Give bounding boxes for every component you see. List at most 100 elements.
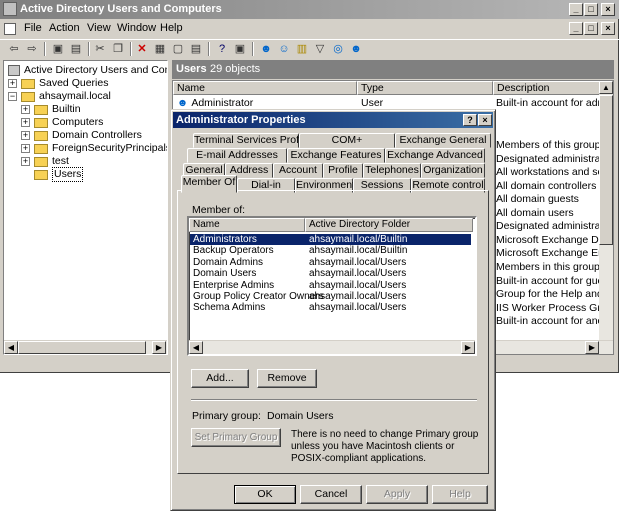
member-row[interactable]: Schema Admins ahsaymail.local/Users xyxy=(190,302,471,313)
scroll-right-arrow[interactable]: ▶ xyxy=(461,341,475,354)
dialog-close-button[interactable]: × xyxy=(478,114,492,126)
menu-help[interactable]: Help xyxy=(160,22,183,34)
tree-expander[interactable]: + xyxy=(8,79,17,88)
show-tree-icon[interactable]: ▤ xyxy=(68,41,84,57)
column-header-name[interactable]: Name xyxy=(173,81,357,95)
back-icon[interactable]: ⇦ xyxy=(6,41,22,57)
list-item-description: Built-in account for admini... xyxy=(496,97,601,109)
column-header-description[interactable]: Description xyxy=(493,81,603,95)
help-icon[interactable]: ? xyxy=(214,41,230,57)
new-user-icon[interactable]: ☻ xyxy=(258,41,274,57)
tab-member-of[interactable]: Member Of xyxy=(181,175,237,193)
delete-icon[interactable]: ✕ xyxy=(134,41,150,57)
new-ou-icon[interactable]: ▥ xyxy=(294,41,310,57)
list-item-type: User xyxy=(361,97,384,109)
column-header-name[interactable]: Name xyxy=(189,218,305,232)
tab-exchange-general[interactable]: Exchange General xyxy=(395,133,491,148)
details-header: Users 29 objects xyxy=(172,60,614,79)
cut-icon[interactable]: ✂ xyxy=(92,41,108,57)
minimize-button[interactable]: _ xyxy=(569,3,583,16)
add-button[interactable]: Add... xyxy=(191,369,249,388)
list-vertical-scrollbar[interactable]: ▲ xyxy=(599,81,613,340)
export-icon[interactable]: ▤ xyxy=(188,41,204,57)
forward-icon[interactable]: ⇨ xyxy=(24,41,40,57)
tab-terminal-services-profile[interactable]: Terminal Services Profile xyxy=(193,133,310,148)
scroll-thumb[interactable] xyxy=(599,95,613,245)
member-of-list[interactable]: Name Active Directory Folder Administrat… xyxy=(187,216,477,356)
app-icon xyxy=(3,2,17,16)
member-row[interactable]: Domain Admins ahsaymail.local/Users xyxy=(190,257,471,268)
tree-horizontal-scrollbar[interactable]: ◀ ▶ xyxy=(4,340,167,354)
up-folder-icon[interactable]: ▣ xyxy=(50,41,66,57)
add-to-group-icon[interactable]: ☻ xyxy=(348,41,364,57)
dialog-help-button[interactable]: ? xyxy=(463,114,477,126)
tab-telephones[interactable]: Telephones xyxy=(363,163,421,178)
inner-minimize-button[interactable]: _ xyxy=(569,22,583,35)
tree-expander[interactable]: + xyxy=(21,157,30,166)
close-button[interactable]: × xyxy=(601,3,615,16)
tab-exchange-advanced[interactable]: Exchange Advanced xyxy=(385,148,485,163)
member-list-horizontal-scrollbar[interactable]: ◀ ▶ xyxy=(189,340,475,354)
member-row[interactable]: Administrators ahsaymail.local/Builtin xyxy=(190,234,471,245)
scroll-right-arrow[interactable]: ▶ xyxy=(585,341,599,354)
console-icon[interactable]: ▣ xyxy=(232,41,248,57)
tree-item-label: ForeignSecurityPrincipals xyxy=(52,142,168,154)
scroll-left-arrow[interactable]: ◀ xyxy=(189,341,203,354)
ok-button[interactable]: OK xyxy=(234,485,296,504)
scroll-left-arrow[interactable]: ◀ xyxy=(4,341,18,354)
member-folder: ahsaymail.local/Builtin xyxy=(309,234,408,245)
tab-email-addresses[interactable]: E-mail Addresses xyxy=(187,148,287,163)
folder-icon xyxy=(21,92,35,102)
filter-icon[interactable]: ▽ xyxy=(312,41,328,57)
new-group-icon[interactable]: ☺ xyxy=(276,41,292,57)
cancel-button[interactable]: Cancel xyxy=(300,485,362,504)
member-row[interactable]: Enterprise Admins ahsaymail.local/Users xyxy=(190,280,471,291)
member-row[interactable]: Domain Users ahsaymail.local/Users xyxy=(190,268,471,279)
remove-button[interactable]: Remove xyxy=(257,369,317,388)
column-header-folder[interactable]: Active Directory Folder xyxy=(305,218,473,232)
list-item-description: All domain guests xyxy=(496,193,579,206)
tab-organization[interactable]: Organization xyxy=(421,163,485,178)
tab-account[interactable]: Account xyxy=(273,163,323,178)
tree-expander[interactable]: + xyxy=(21,144,30,153)
member-folder: ahsaymail.local/Builtin xyxy=(309,245,408,257)
menu-file[interactable]: File xyxy=(24,22,42,34)
member-row[interactable]: Backup Operators ahsaymail.local/Builtin xyxy=(190,245,471,256)
tree-expander[interactable]: + xyxy=(21,118,30,127)
tab-exchange-features[interactable]: Exchange Features xyxy=(287,148,385,163)
member-name: Backup Operators xyxy=(193,245,274,257)
apply-button[interactable]: Apply xyxy=(366,485,428,504)
scroll-up-arrow[interactable]: ▲ xyxy=(599,81,613,94)
tree-expander[interactable]: + xyxy=(21,105,30,114)
tab-com-plus[interactable]: COM+ xyxy=(299,133,395,148)
primary-group-note: There is no need to change Primary group… xyxy=(291,429,479,464)
list-item[interactable]: ☻ Administrator xyxy=(177,97,357,109)
scroll-right-arrow[interactable]: ▶ xyxy=(152,341,166,354)
find-icon[interactable]: ◎ xyxy=(330,41,346,57)
copy-icon[interactable]: ❐ xyxy=(110,41,126,57)
inner-restore-button[interactable]: □ xyxy=(584,22,598,35)
properties-icon[interactable]: ▦ xyxy=(152,41,168,57)
scroll-thumb[interactable] xyxy=(18,341,146,354)
column-header-type[interactable]: Type xyxy=(357,81,493,95)
tree-expander[interactable]: + xyxy=(21,131,30,140)
refresh-icon[interactable]: ▢ xyxy=(170,41,186,57)
maximize-button[interactable]: □ xyxy=(584,3,598,16)
tab-profile[interactable]: Profile xyxy=(323,163,363,178)
console-tree[interactable]: Active Directory Users and Computer + Sav… xyxy=(3,60,168,355)
member-name: Schema Admins xyxy=(193,302,266,314)
inner-close-button[interactable]: × xyxy=(601,22,615,35)
primary-group-value: Domain Users xyxy=(267,410,334,422)
menu-view[interactable]: View xyxy=(87,22,111,34)
help-button[interactable]: Help xyxy=(432,485,488,504)
member-row[interactable]: Group Policy Creator Owners ahsaymail.loc… xyxy=(190,291,471,302)
tree-item-label: Domain Controllers xyxy=(52,129,142,141)
list-item-description: Designated administrators... xyxy=(496,220,599,233)
list-item-description: Members of this group are... xyxy=(496,139,599,151)
set-primary-group-button[interactable]: Set Primary Group xyxy=(191,428,281,447)
menu-action[interactable]: Action xyxy=(49,22,80,34)
list-item-description: Microsoft Exchange Enter... xyxy=(496,247,599,260)
tree-expander[interactable]: − xyxy=(8,92,17,101)
menu-bar: File Action View Window Help _ □ × xyxy=(0,20,619,38)
menu-window[interactable]: Window xyxy=(117,22,156,34)
